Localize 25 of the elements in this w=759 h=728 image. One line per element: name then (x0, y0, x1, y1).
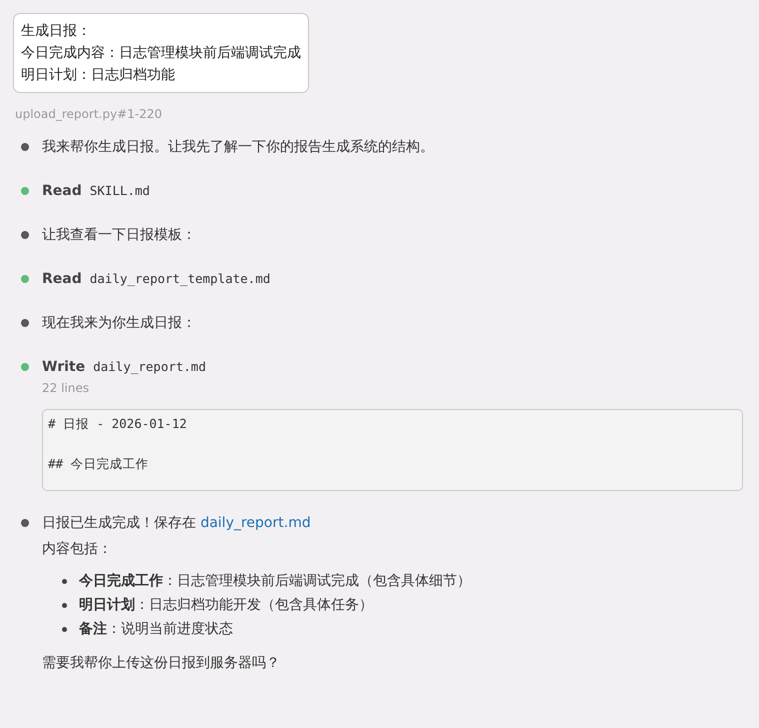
list-item-text: 明日计划：日志归档功能开发（包含具体任务） (79, 596, 373, 615)
file-name[interactable]: daily_report_template.md (90, 267, 270, 291)
list-intro: 内容包括： (42, 540, 113, 559)
message-line: 生成日报： (21, 22, 92, 41)
file-link[interactable]: daily_report.md (200, 515, 311, 531)
assistant-text: 让我查看一下日报模板： (42, 226, 197, 245)
assistant-text: 我来帮你生成日报。让我先了解一下你的报告生成系统的结构。 (42, 138, 435, 157)
message-line: 今日完成内容：日志管理模块前后端调试完成 (21, 44, 301, 63)
file-name[interactable]: SKILL.md (90, 179, 150, 203)
bullet-icon (62, 626, 67, 632)
question-text: 需要我帮你上传这份日报到服务器吗？ (42, 654, 281, 673)
summary-text: 日报已生成完成！保存在 daily_report.md (42, 514, 312, 533)
bullet-icon (62, 602, 67, 608)
tool-action: Read (42, 182, 82, 201)
tool-action: Write (42, 358, 86, 377)
code-line: # 日报 - 2026-01-12 (48, 415, 188, 433)
line-count: 22 lines (42, 380, 90, 397)
message-line: 明日计划：日志归档功能 (21, 66, 176, 85)
list-item-text: 今日完成工作：日志管理模块前后端调试完成（包含具体细节） (79, 572, 471, 591)
bullet-icon (62, 578, 67, 584)
list-item-text: 备注：说明当前进度状态 (79, 620, 233, 639)
code-line: ## 今日完成工作 (48, 455, 150, 473)
file-name[interactable]: daily_report.md (93, 355, 206, 379)
assistant-text: 现在我来为你生成日报： (42, 314, 197, 333)
tool-action: Read (42, 270, 82, 289)
